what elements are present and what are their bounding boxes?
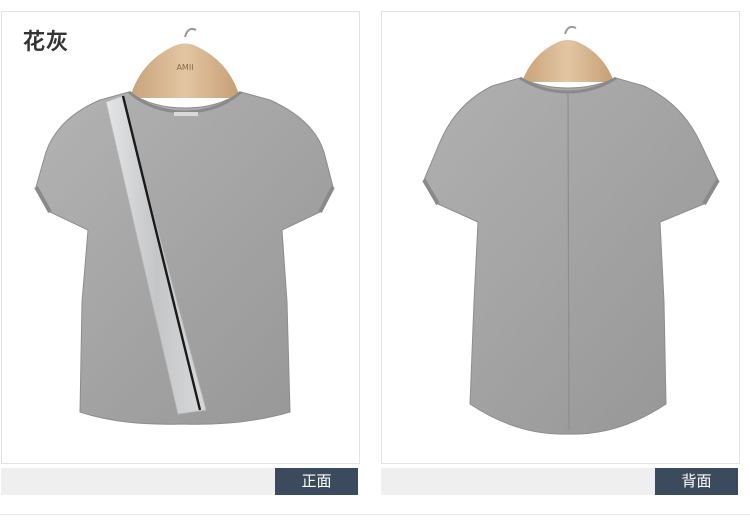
hanger-brand: AMII (176, 63, 193, 72)
hanger-icon (522, 40, 614, 82)
front-caption-tag: 正面 (275, 468, 358, 495)
back-caption-bar: 背面 (381, 468, 738, 495)
front-view-panel: AMII 花灰 (1, 11, 360, 464)
back-view-panel (381, 11, 740, 464)
bottom-divider (0, 514, 750, 515)
hanger-hook (184, 27, 197, 38)
tshirt-back (423, 77, 719, 435)
front-tshirt-image: AMII (34, 27, 335, 425)
back-tshirt-image (422, 25, 720, 435)
color-name-label: 花灰 (23, 30, 70, 55)
hanger-hook (564, 25, 577, 35)
front-caption-bar: 正面 (1, 468, 358, 495)
back-caption-tag: 背面 (655, 468, 738, 495)
neck-label (174, 112, 198, 116)
